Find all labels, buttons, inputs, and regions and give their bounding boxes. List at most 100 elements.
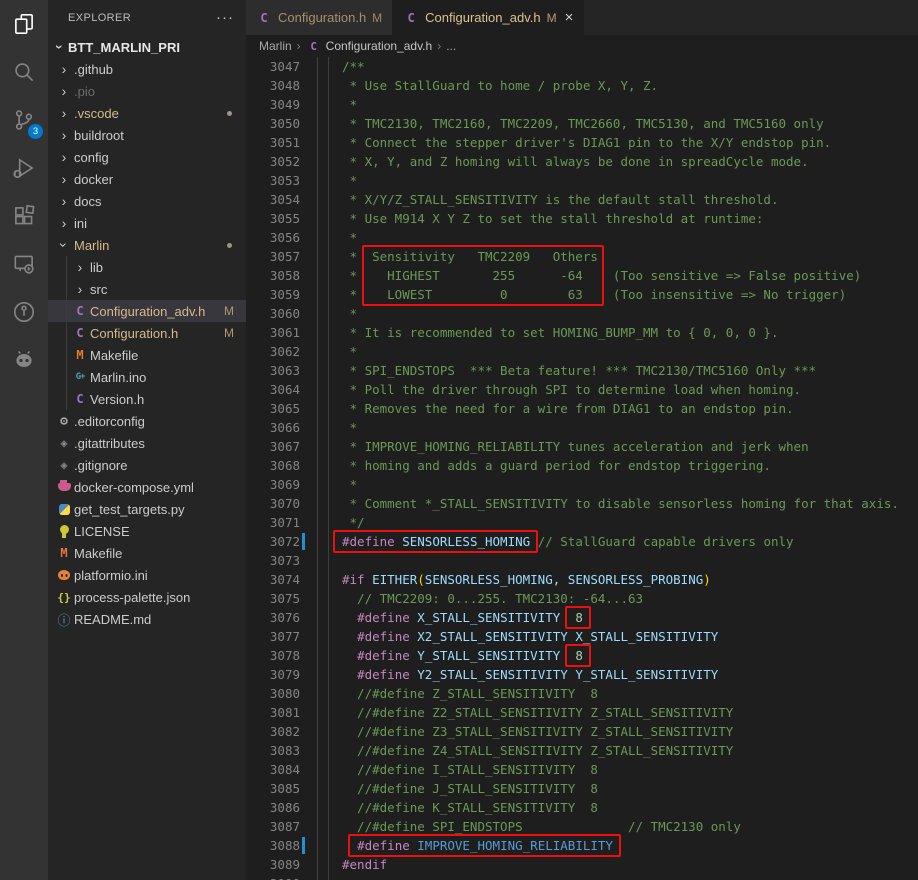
line-number[interactable]: 3049 <box>246 95 300 114</box>
code-line-3088[interactable]: 3088 #define IMPROVE_HOMING_RELIABILITY <box>246 836 918 855</box>
code-line-3087[interactable]: 3087 //#define SPI_ENDSTOPS // TMC2130 o… <box>246 817 918 836</box>
code-line-3068[interactable]: 3068 * homing and adds a guard period fo… <box>246 456 918 475</box>
line-number[interactable]: 3067 <box>246 437 300 456</box>
code-line-3056[interactable]: 3056 * <box>246 228 918 247</box>
line-number[interactable]: 3059 <box>246 285 300 304</box>
code-editor[interactable]: 3047/**3048 * Use StallGuard to home / p… <box>246 57 918 880</box>
line-number[interactable]: 3057 <box>246 247 300 266</box>
line-number[interactable]: 3074 <box>246 570 300 589</box>
tree-item-docker-compose-yml[interactable]: docker-compose.yml <box>48 476 246 498</box>
line-number[interactable]: 3072 <box>246 532 300 551</box>
tree-item-marlin[interactable]: ›Marlin <box>48 234 246 256</box>
tree-item-configuration-adv-h[interactable]: CConfiguration_adv.hM <box>48 300 246 322</box>
code-line-3065[interactable]: 3065 * Removes the need for a wire from … <box>246 399 918 418</box>
code-line-3081[interactable]: 3081 //#define Z2_STALL_SENSITIVITY Z_ST… <box>246 703 918 722</box>
code-line-3066[interactable]: 3066 * <box>246 418 918 437</box>
line-number[interactable]: 3054 <box>246 190 300 209</box>
code-line-3053[interactable]: 3053 * <box>246 171 918 190</box>
code-line-3054[interactable]: 3054 * X/Y/Z_STALL_SENSITIVITY is the de… <box>246 190 918 209</box>
line-number[interactable]: 3058 <box>246 266 300 285</box>
line-number[interactable]: 3069 <box>246 475 300 494</box>
tree-item-pio[interactable]: ›.pio <box>48 80 246 102</box>
line-number[interactable]: 3077 <box>246 627 300 646</box>
line-number[interactable]: 3084 <box>246 760 300 779</box>
line-number[interactable]: 3053 <box>246 171 300 190</box>
code-line-3075[interactable]: 3075 // TMC2209: 0...255. TMC2130: -64..… <box>246 589 918 608</box>
activity-extensions-icon[interactable] <box>0 192 48 240</box>
line-number[interactable]: 3047 <box>246 57 300 76</box>
code-line-3057[interactable]: 3057 * Sensitivity TMC2209 Others <box>246 247 918 266</box>
tree-item-get-test-targets-py[interactable]: get_test_targets.py <box>48 498 246 520</box>
code-line-3078[interactable]: 3078 #define Y_STALL_SENSITIVITY 8 <box>246 646 918 665</box>
code-line-3062[interactable]: 3062 * <box>246 342 918 361</box>
line-number[interactable]: 3075 <box>246 589 300 608</box>
line-number[interactable]: 3080 <box>246 684 300 703</box>
line-number[interactable]: 3050 <box>246 114 300 133</box>
tree-item-docs[interactable]: ›docs <box>48 190 246 212</box>
code-line-3070[interactable]: 3070 * Comment *_STALL_SENSITIVITY to di… <box>246 494 918 513</box>
line-number[interactable]: 3064 <box>246 380 300 399</box>
code-line-3082[interactable]: 3082 //#define Z3_STALL_SENSITIVITY Z_ST… <box>246 722 918 741</box>
line-number[interactable]: 3063 <box>246 361 300 380</box>
code-line-3083[interactable]: 3083 //#define Z4_STALL_SENSITIVITY Z_ST… <box>246 741 918 760</box>
code-line-3055[interactable]: 3055 * Use M914 X Y Z to set the stall t… <box>246 209 918 228</box>
tree-item-version-h[interactable]: CVersion.h <box>48 388 246 410</box>
line-number[interactable]: 3089 <box>246 855 300 874</box>
activity-remote-explorer-icon[interactable] <box>0 240 48 288</box>
close-icon[interactable]: × <box>565 9 574 26</box>
tree-item-gitignore[interactable]: ◈.gitignore <box>48 454 246 476</box>
tree-item-docker[interactable]: ›docker <box>48 168 246 190</box>
activity-source-control-icon[interactable]: 3 <box>0 96 48 144</box>
line-number[interactable]: 3083 <box>246 741 300 760</box>
code-line-3050[interactable]: 3050 * TMC2130, TMC2160, TMC2209, TMC266… <box>246 114 918 133</box>
tree-item-gitattributes[interactable]: ◈.gitattributes <box>48 432 246 454</box>
line-number[interactable]: 3081 <box>246 703 300 722</box>
line-number[interactable]: 3061 <box>246 323 300 342</box>
line-number[interactable]: 3051 <box>246 133 300 152</box>
activity-platformio-icon[interactable] <box>0 336 48 384</box>
code-line-3059[interactable]: 3059 * LOWEST 0 63 (Too insensitive => N… <box>246 285 918 304</box>
breadcrumb-file[interactable]: CConfiguration_adv.h <box>306 38 433 54</box>
line-number[interactable]: 3079 <box>246 665 300 684</box>
line-number[interactable]: 3078 <box>246 646 300 665</box>
breadcrumb-symbol-more[interactable]: ... <box>446 39 456 53</box>
tree-item-makefile[interactable]: MMakefile <box>48 344 246 366</box>
code-line-3080[interactable]: 3080 //#define Z_STALL_SENSITIVITY 8 <box>246 684 918 703</box>
activity-explorer-icon[interactable] <box>0 0 48 48</box>
activity-gitlens-icon[interactable] <box>0 288 48 336</box>
tree-item-license[interactable]: LICENSE <box>48 520 246 542</box>
line-number[interactable]: 3082 <box>246 722 300 741</box>
explorer-more-actions-button[interactable]: ··· <box>216 9 234 26</box>
code-line-3051[interactable]: 3051 * Connect the stepper driver's DIAG… <box>246 133 918 152</box>
activity-run-debug-icon[interactable] <box>0 144 48 192</box>
line-number[interactable]: 3076 <box>246 608 300 627</box>
line-number[interactable]: 3060 <box>246 304 300 323</box>
code-line-3060[interactable]: 3060 * <box>246 304 918 323</box>
tab-configuration-adv-h[interactable]: CConfiguration_adv.hM× <box>393 0 584 35</box>
code-line-3077[interactable]: 3077 #define X2_STALL_SENSITIVITY X_STAL… <box>246 627 918 646</box>
line-number[interactable]: 3066 <box>246 418 300 437</box>
code-line-3085[interactable]: 3085 //#define J_STALL_SENSITIVITY 8 <box>246 779 918 798</box>
line-number[interactable]: 3073 <box>246 551 300 570</box>
line-number[interactable]: 3085 <box>246 779 300 798</box>
code-line-3061[interactable]: 3061 * It is recommended to set HOMING_B… <box>246 323 918 342</box>
code-line-3090[interactable]: 3090 <box>246 874 918 880</box>
code-line-3069[interactable]: 3069 * <box>246 475 918 494</box>
tree-item-marlin-ino[interactable]: G+Marlin.ino <box>48 366 246 388</box>
code-line-3079[interactable]: 3079 #define Y2_STALL_SENSITIVITY Y_STAL… <box>246 665 918 684</box>
line-number[interactable]: 3055 <box>246 209 300 228</box>
code-line-3067[interactable]: 3067 * IMPROVE_HOMING_RELIABILITY tunes … <box>246 437 918 456</box>
code-line-3048[interactable]: 3048 * Use StallGuard to home / probe X,… <box>246 76 918 95</box>
tree-item-github[interactable]: ›.github <box>48 58 246 80</box>
code-line-3058[interactable]: 3058 * HIGHEST 255 -64 (Too sensitive =>… <box>246 266 918 285</box>
tree-item-process-palette-json[interactable]: {}process-palette.json <box>48 586 246 608</box>
line-number[interactable]: 3071 <box>246 513 300 532</box>
line-number[interactable]: 3052 <box>246 152 300 171</box>
code-line-3086[interactable]: 3086 //#define K_STALL_SENSITIVITY 8 <box>246 798 918 817</box>
tree-item-lib[interactable]: ›lib <box>48 256 246 278</box>
code-line-3047[interactable]: 3047/** <box>246 57 918 76</box>
breadcrumb-folder[interactable]: Marlin <box>259 39 292 53</box>
code-line-3049[interactable]: 3049 * <box>246 95 918 114</box>
line-number[interactable]: 3068 <box>246 456 300 475</box>
code-line-3073[interactable]: 3073 <box>246 551 918 570</box>
